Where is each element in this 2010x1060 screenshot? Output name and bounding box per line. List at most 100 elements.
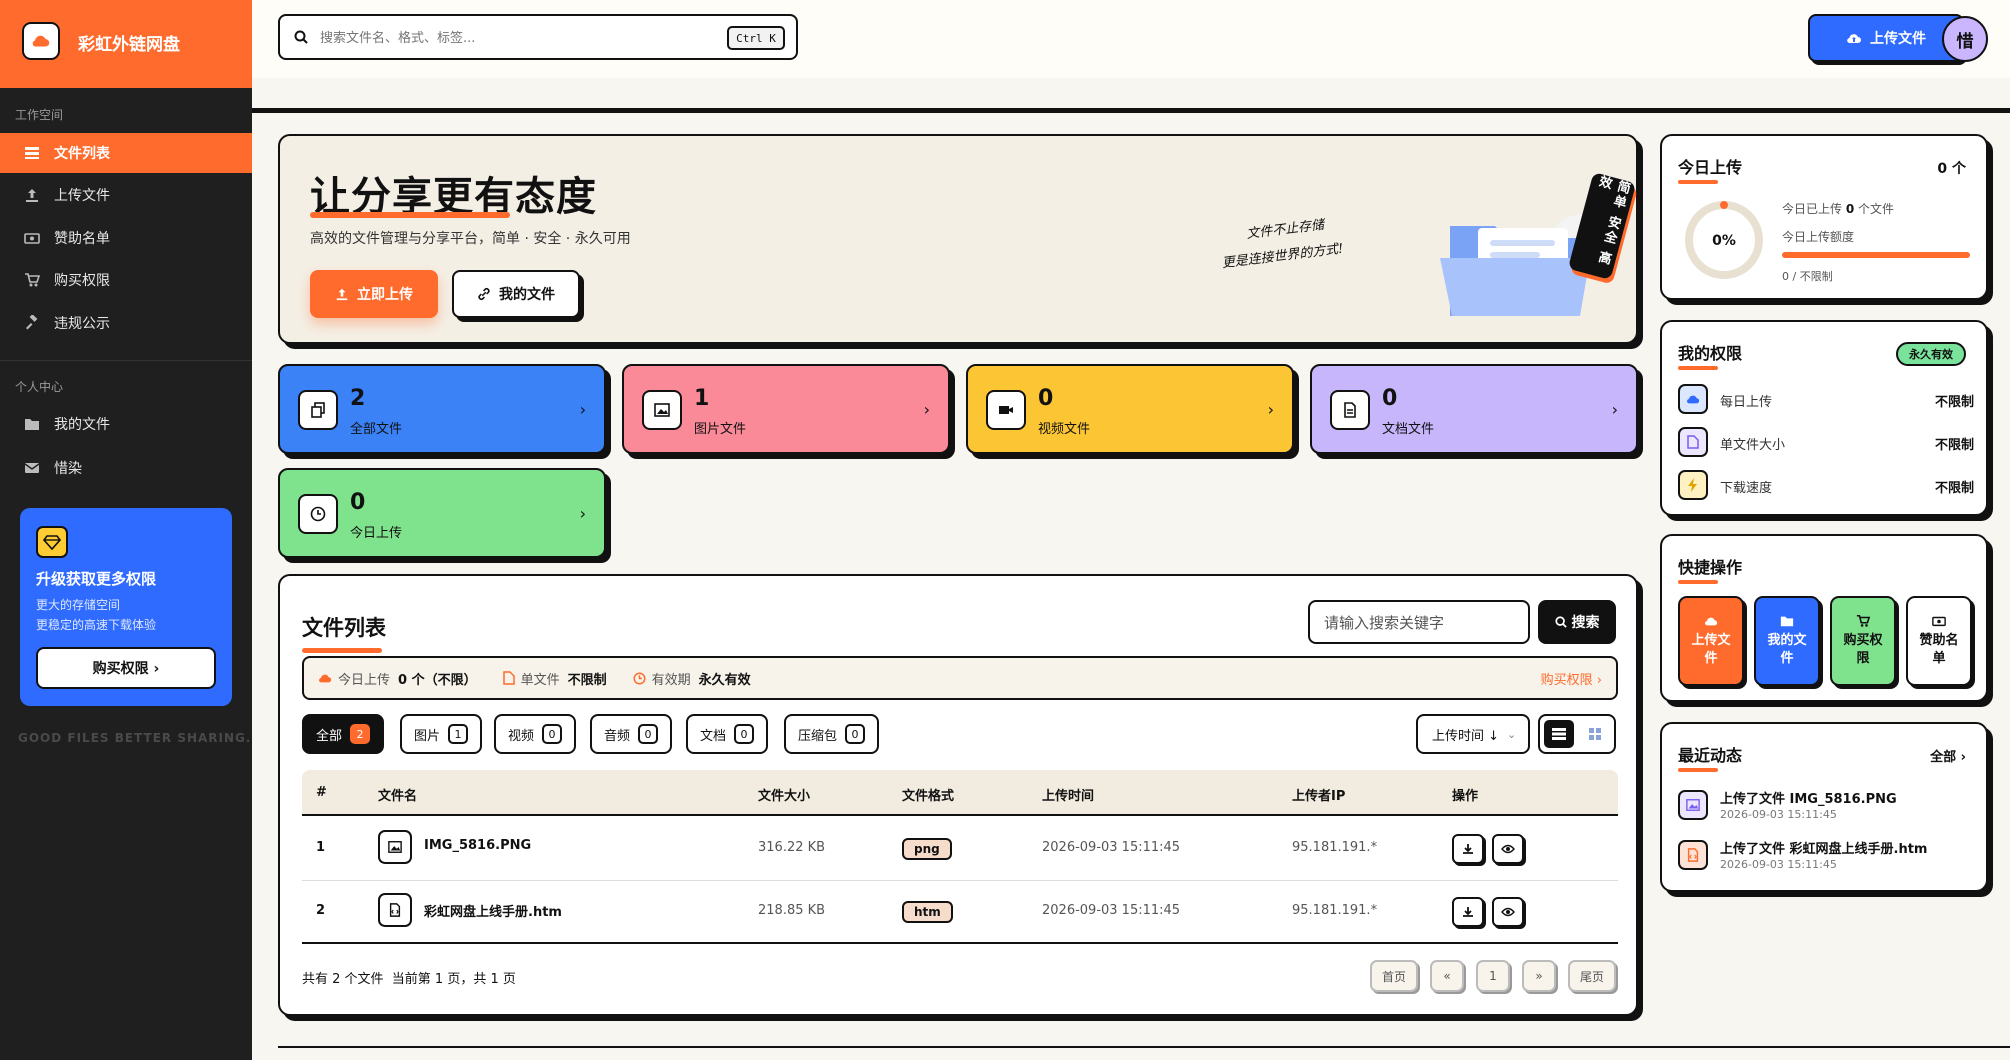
recent-activity-panel: 最近动态 全部 › 上传了文件 IMG_5816.PNG 2026-09-03 … (1660, 722, 1988, 892)
panel-title: 今日上传 (1678, 158, 1743, 177)
slogan: GOOD FILES BETTER SHARING. (18, 731, 252, 745)
file-name[interactable]: 彩虹网盘上线手册.htm (424, 901, 562, 920)
filter-label: 视频 (508, 728, 535, 744)
upload-file-button[interactable]: 上传文件 (1808, 14, 1964, 62)
sidebar-item-upload[interactable]: 上传文件 (0, 175, 252, 215)
stat-card-all-files[interactable]: 2 全部文件 › (278, 364, 606, 454)
list-view-icon[interactable] (1544, 720, 1574, 748)
today-quota: 今日上传 0 个（不限） (318, 669, 477, 688)
personal-label: 个人中心 (15, 380, 64, 394)
table-bottom-rule (302, 942, 1618, 944)
sidebar-item-buy[interactable]: 购买权限 (0, 260, 252, 300)
search-button[interactable]: 搜索 (1538, 600, 1616, 644)
today-quota-label: 今日上传 (338, 672, 391, 688)
page-1-button[interactable]: 1 (1476, 960, 1510, 992)
col-actions: 操作 (1452, 789, 1479, 804)
view-all-link[interactable]: 全部 › (1930, 746, 1966, 765)
clock-icon (298, 494, 338, 534)
permission-value: 不限制 (1934, 481, 1974, 496)
activity-item[interactable]: 上传了文件 彩虹网盘上线手册.htm 2026-09-03 15:11:45 (1678, 834, 1974, 878)
permission-row: 下载速度 不限制 (1678, 470, 1974, 500)
progress-percent: 0% (1712, 233, 1736, 249)
quick-label: 上传文件 (1691, 633, 1731, 666)
sidebar-item-file-list[interactable]: 文件列表 (0, 133, 252, 173)
stat-label: 今日上传 (350, 526, 403, 541)
hero-tag: 简单 安全 高效 (1567, 172, 1637, 280)
file-format-badge: png (902, 838, 952, 860)
file-list-card: 文件列表 请输入搜索关键字 搜索 今日上传 0 个（不限） 单文件 不限制 有效期永… (278, 574, 1638, 1016)
filter-all[interactable]: 全部 2 (302, 714, 385, 754)
sidebar-item-label: 上传文件 (54, 188, 110, 204)
upgrade-card: 升级获取更多权限 更大的存储空间 更稳定的高速下载体验 购买权限 › (20, 508, 232, 706)
download-icon[interactable] (1452, 897, 1484, 927)
quick-my-files-button[interactable]: 我的文件 (1754, 596, 1820, 686)
stat-card-images[interactable]: 1 图片文件 › (622, 364, 950, 454)
sidebar-item-violations[interactable]: 违规公示 (0, 303, 252, 343)
buy-permission-link[interactable]: 购买权限 › (1541, 669, 1602, 688)
filter-videos[interactable]: 视频 0 (494, 714, 577, 754)
preview-eye-icon[interactable] (1492, 834, 1524, 864)
sort-select[interactable]: 上传时间 ↓ ⌄ (1416, 714, 1530, 754)
workspace-label: 工作空间 (15, 108, 64, 122)
keyword-input[interactable]: 请输入搜索关键字 (1308, 600, 1530, 644)
document-icon (1330, 390, 1370, 430)
cloud-upload-icon (318, 671, 332, 685)
col-ip: 上传者IP (1292, 789, 1346, 804)
last-page-button[interactable]: 尾页 (1568, 960, 1616, 992)
chevron-right-icon: › (1611, 400, 1618, 419)
table-row[interactable]: 2 彩虹网盘上线手册.htm 218.85 KB htm 2026-09-03 … (302, 881, 1618, 944)
file-icon (502, 671, 515, 685)
sidebar-item-label: 惜染 (54, 461, 82, 477)
search-input[interactable] (320, 26, 700, 50)
single-file-label: 单文件 (520, 672, 560, 688)
filter-docs[interactable]: 文档 0 (686, 714, 769, 754)
brand-header[interactable]: 彩虹外链网盘 (0, 0, 252, 88)
preview-eye-icon[interactable] (1492, 897, 1524, 927)
stat-card-videos[interactable]: 0 视频文件 › (966, 364, 1294, 454)
sidebar-item-sponsors[interactable]: 赞助名单 (0, 218, 252, 258)
bolt-icon (1678, 470, 1708, 500)
quick-sponsors-button[interactable]: 赞助名单 (1906, 596, 1972, 686)
filter-count: 1 (448, 724, 469, 744)
download-icon[interactable] (1452, 834, 1484, 864)
activity-text: 上传了文件 彩虹网盘上线手册.htm (1720, 842, 1928, 857)
filter-images[interactable]: 图片 1 (400, 714, 483, 754)
stat-value: 0 (350, 490, 366, 515)
upgrade-line-2: 更稳定的高速下载体验 (36, 618, 157, 632)
cart-icon (1855, 614, 1871, 628)
activity-item[interactable]: 上传了文件 IMG_5816.PNG 2026-09-03 15:11:45 (1678, 784, 1974, 828)
sidebar-item-my-files[interactable]: 我的文件 (0, 404, 252, 444)
quota-bar (1782, 252, 1970, 258)
my-files-button[interactable]: 我的文件 (452, 270, 580, 318)
stat-value: 1 (694, 386, 710, 411)
today-uploaded-text: 今日已上传 0 个文件 (1782, 200, 1894, 217)
quick-upload-button[interactable]: 上传文件 (1678, 596, 1744, 686)
quick-buy-button[interactable]: 购买权限 (1830, 596, 1896, 686)
upload-now-button[interactable]: 立即上传 (310, 270, 438, 318)
grid-view-icon[interactable] (1580, 720, 1610, 748)
global-search[interactable]: Ctrl K (278, 14, 798, 60)
prev-page-button[interactable]: « (1430, 960, 1464, 992)
cloud-upload-icon (1703, 614, 1719, 628)
quick-actions-panel: 快捷操作 上传文件 我的文件 购买权限 赞助名单 (1660, 534, 1988, 702)
table-row[interactable]: 1 IMG_5816.PNG 316.22 KB png 2026-09-03 … (302, 818, 1618, 881)
filter-audio[interactable]: 音频 0 (590, 714, 673, 754)
stat-card-today[interactable]: 0 今日上传 › (278, 468, 606, 558)
sidebar-item-profile[interactable]: 惜染 (0, 448, 252, 488)
validity-value: 永久有效 (698, 672, 751, 688)
filter-archives[interactable]: 压缩包 0 (784, 714, 880, 754)
avatar[interactable]: 惜 (1942, 16, 1988, 62)
next-page-button[interactable]: » (1522, 960, 1556, 992)
filter-label: 图片 (414, 728, 441, 744)
hero-title-underline (310, 212, 510, 218)
upload-time: 2026-09-03 15:11:45 (1042, 903, 1181, 918)
hero-quote: 文件不止存储 更是连接世界的方式! (1217, 211, 1345, 278)
buy-permission-button[interactable]: 购买权限 › (36, 647, 216, 689)
first-page-button[interactable]: 首页 (1370, 960, 1418, 992)
panel-title-underline (1678, 180, 1718, 184)
stat-card-documents[interactable]: 0 文档文件 › (1310, 364, 1638, 454)
panel-title: 最近动态 (1678, 746, 1743, 765)
file-name[interactable]: IMG_5816.PNG (424, 838, 531, 853)
stat-label: 视频文件 (1038, 422, 1091, 437)
copy-icon (298, 390, 338, 430)
